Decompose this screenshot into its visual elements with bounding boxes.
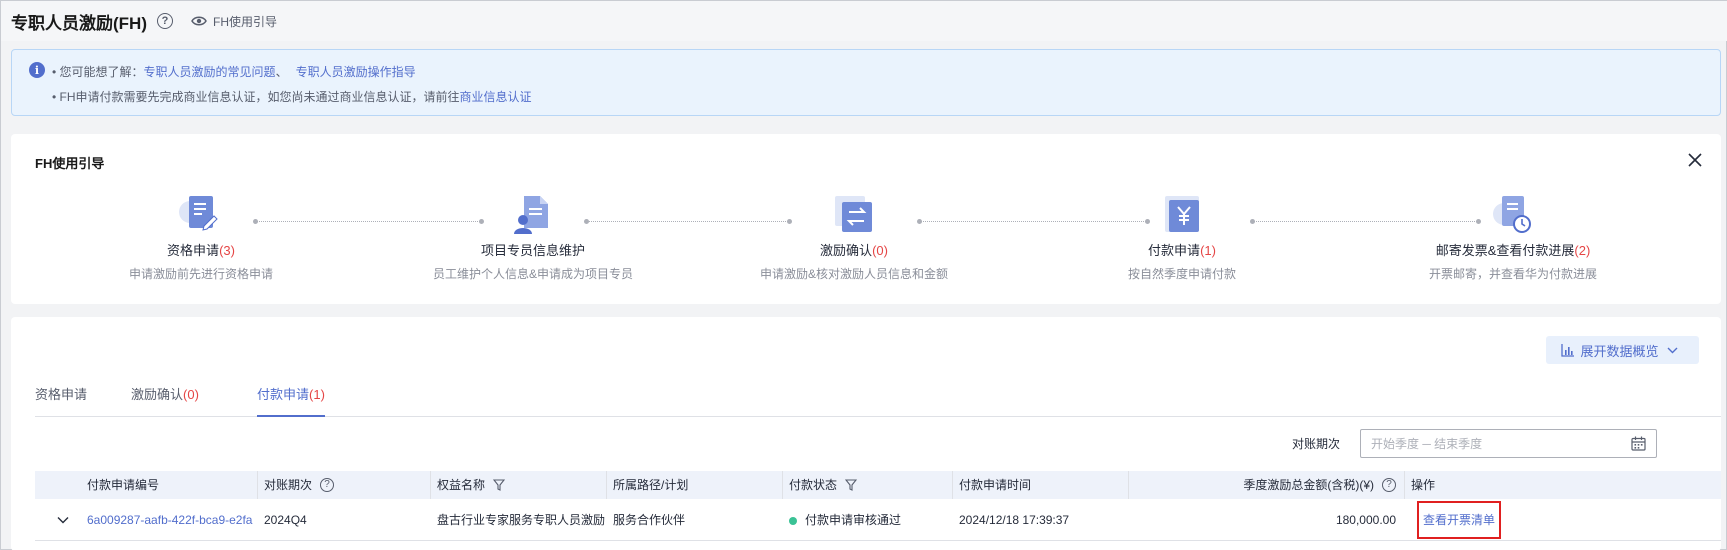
- info-icon: i: [29, 62, 45, 78]
- benefit-cell: 盘古行业专家服务专职人员激励: [437, 513, 606, 527]
- step-desc: 员工维护个人信息&申请成为项目专员: [432, 267, 633, 281]
- time-cell: 2024/12/18 17:39:37: [959, 513, 1070, 527]
- filter-icon[interactable]: [493, 479, 506, 491]
- col-action: 操作: [1404, 471, 1721, 499]
- guide-step-payment-request[interactable]: 付款申请(1) 按自然季度申请付款: [1052, 192, 1312, 282]
- step-count: (3): [219, 243, 235, 258]
- business-cert-link[interactable]: 商业信息认证: [460, 90, 532, 104]
- period-cell: 2024Q4: [264, 513, 307, 527]
- table-header: 付款申请编号 对账期次? 权益名称 所属路径/计划 付款状态 付款申请时间 季度…: [35, 471, 1721, 499]
- notice-line-faq: • 您可能想了解：专职人员激励的常见问题、 专职人员激励操作指导: [52, 63, 416, 80]
- status-dot: [789, 516, 797, 525]
- table-row: 6a009287-aafb-422f-bca9-e2fa... 2024Q4 盘…: [35, 499, 1721, 541]
- usage-guide-card: FH使用引导 资格申请(3) 申请激励前先进行资格申请 项目专员信息维护 员工维…: [11, 134, 1721, 304]
- col-request-id: 付款申请编号: [87, 478, 160, 492]
- step-name: 邮寄发票&查看付款进展(2): [1435, 243, 1591, 258]
- notice-cert-text: • FH申请付款需要先完成商业信息认证，如您尚未通过商业信息认证，请前往: [52, 90, 460, 104]
- period-range-picker[interactable]: 开始季度 ─ 结束季度: [1360, 429, 1657, 458]
- edit-document-icon: [178, 192, 224, 236]
- info-notice: i • 您可能想了解：专职人员激励的常见问题、 专职人员激励操作指导 • FH申请…: [11, 49, 1721, 116]
- filter-icon[interactable]: [845, 479, 858, 491]
- period-filter-label: 对账期次: [1292, 437, 1341, 451]
- notice-prefix: • 您可能想了解：: [52, 65, 144, 79]
- user-document-icon: [510, 192, 556, 236]
- period-range-placeholder: 开始季度 ─ 结束季度: [1371, 437, 1483, 451]
- expand-overview-button[interactable]: 展开数据概览: [1546, 336, 1699, 364]
- chevron-down-icon[interactable]: [57, 514, 69, 526]
- step-desc: 申请激励前先进行资格申请: [128, 267, 273, 281]
- col-period: 对账期次?: [257, 471, 430, 499]
- tab-payment-request[interactable]: 付款申请(1): [257, 385, 325, 417]
- notice-separator: 、: [275, 65, 288, 79]
- tab-qualification[interactable]: 资格申请: [35, 385, 87, 417]
- faq-link[interactable]: 专职人员激励的常见问题: [144, 65, 276, 79]
- data-card: 展开数据概览 资格申请 激励确认(0) 付款申请(1) 对账期次 开始季度 ─ …: [11, 317, 1721, 550]
- bar-chart-icon: [1561, 343, 1575, 357]
- path-cell: 服务合作伙伴: [613, 513, 686, 527]
- step-count: (2): [1574, 243, 1591, 258]
- clock-document-icon: [1490, 192, 1536, 236]
- step-desc: 申请激励&核对激励人员信息和金额: [759, 267, 948, 281]
- payment-table: 付款申请编号 对账期次? 权益名称 所属路径/计划 付款状态 付款申请时间 季度…: [35, 471, 1721, 541]
- step-name: 资格申请(3): [167, 243, 235, 258]
- operation-guide-link[interactable]: 专职人员激励操作指导: [296, 65, 416, 79]
- help-icon[interactable]: ?: [156, 13, 173, 29]
- notice-line-cert: • FH申请付款需要先完成商业信息认证，如您尚未通过商业信息认证，请前往商业信息…: [52, 88, 532, 105]
- col-status: 付款状态: [782, 471, 952, 499]
- step-count: (1): [1200, 243, 1216, 258]
- step-name: 项目专员信息维护: [480, 243, 585, 258]
- eye-icon: [191, 16, 207, 26]
- tab-incentive-confirm[interactable]: 激励确认(0): [131, 385, 199, 417]
- tab-bar: 资格申请 激励确认(0) 付款申请(1): [35, 385, 1721, 417]
- status-cell: 付款申请审核通过: [789, 499, 901, 541]
- guide-step-invoice-progress[interactable]: 邮寄发票&查看付款进展(2) 开票邮寄，并查看华为付款进展: [1383, 192, 1643, 282]
- page-header: 专职人员激励(FH) ? FH使用引导: [1, 1, 1727, 41]
- close-icon[interactable]: [1687, 152, 1703, 168]
- request-id-link[interactable]: 6a009287-aafb-422f-bca9-e2fa...: [87, 499, 253, 541]
- help-icon[interactable]: ?: [320, 478, 335, 492]
- guide-step-profile[interactable]: 项目专员信息维护 员工维护个人信息&申请成为项目专员: [403, 192, 663, 282]
- col-path: 所属路径/计划: [606, 471, 782, 499]
- view-invoice-list-link[interactable]: 查看开票清单: [1417, 501, 1501, 539]
- guide-step-incentive-confirm[interactable]: 激励确认(0) 申请激励&核对激励人员信息和金额: [724, 192, 984, 282]
- step-desc: 开票邮寄，并查看华为付款进展: [1428, 267, 1597, 281]
- col-request-time: 付款申请时间: [952, 471, 1128, 499]
- guide-link[interactable]: FH使用引导: [191, 13, 277, 30]
- transfer-icon: [831, 192, 877, 236]
- chevron-down-icon: [1667, 347, 1677, 353]
- page-title: 专职人员激励(FH): [11, 13, 147, 33]
- guide-link-label: FH使用引导: [212, 14, 277, 29]
- step-count: (0): [872, 243, 888, 258]
- col-amount: 季度激励总金额(含税)(¥)?: [1128, 471, 1404, 499]
- guide-step-qualification[interactable]: 资格申请(3) 申请激励前先进行资格申请: [71, 192, 331, 282]
- calendar-icon: [1631, 436, 1646, 451]
- col-benefit-name: 权益名称: [430, 471, 606, 499]
- yuan-icon: [1159, 192, 1205, 236]
- expand-overview-label: 展开数据概览: [1580, 343, 1659, 359]
- guide-title: FH使用引导: [35, 156, 105, 171]
- status-text: 付款申请审核通过: [805, 513, 902, 527]
- app-frame: 专职人员激励(FH) ? FH使用引导 i • 您可能想了解：专职人员激励的常见…: [0, 0, 1727, 550]
- step-name: 激励确认(0): [820, 243, 888, 258]
- step-name: 付款申请(1): [1148, 243, 1216, 258]
- help-icon[interactable]: ?: [1382, 478, 1396, 492]
- amount-cell: 180,000.00: [1335, 513, 1396, 527]
- step-desc: 按自然季度申请付款: [1127, 267, 1236, 281]
